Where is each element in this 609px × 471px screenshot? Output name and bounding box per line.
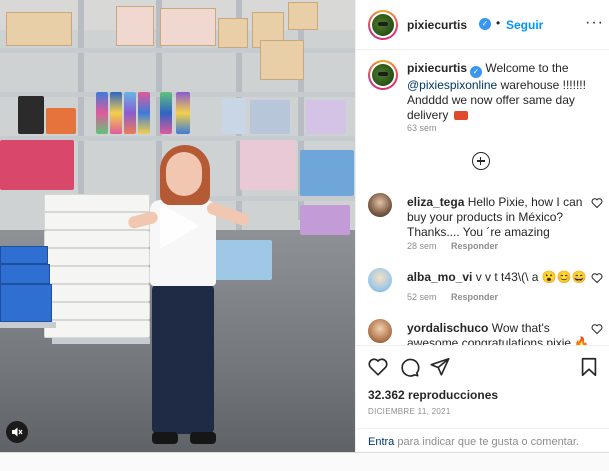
post-header: pixiecurtis ✓ • Seguir ··· [356,0,609,50]
comment-like-heart-icon[interactable] [591,197,603,209]
trolley [0,322,56,328]
separator-dot: • [496,16,501,30]
load-more-comments-icon[interactable] [472,152,490,170]
caption-text-before: Welcome to the [485,61,569,75]
comment-username[interactable]: alba_mo_vi [407,270,472,284]
comment-like-heart-icon[interactable] [591,272,603,284]
cardboard-box [260,40,304,80]
product-box [212,240,272,280]
post-video[interactable] [0,0,355,452]
delivery-truck-icon [453,111,468,120]
bottom-edge [0,452,609,471]
display-sign [18,96,44,134]
product-box [300,205,350,235]
product-box [250,100,290,134]
caption-author-avatar[interactable] [368,60,398,90]
verified-badge-icon: ✓ [479,18,491,30]
product-stack [124,92,136,134]
post-sidebar: pixiecurtis ✓ • Seguir ··· pixiecurtis ✓ … [355,0,609,452]
comment-timestamp[interactable]: 28 sem [407,241,437,251]
trolley [52,338,150,344]
share-icon[interactable] [429,356,451,378]
caption-timestamp[interactable]: 63 sem [407,123,437,133]
caption-mention-link[interactable]: @pixiespixonline [407,78,497,92]
comment-text: alba_mo_vi v v t t43\(\ a 😮😊😄 [407,270,592,285]
comment-meta: 52 sem Responder [407,292,498,302]
commenter-avatar[interactable] [368,319,392,343]
cardboard-box [218,18,248,48]
bookmark-icon[interactable] [578,356,600,378]
product-box [222,98,246,134]
follow-button[interactable]: Seguir [506,18,543,32]
cardboard-box [288,2,318,30]
cardboard-box [160,8,216,46]
comment-like-heart-icon[interactable] [591,323,603,335]
verified-badge-icon: ✓ [470,66,483,78]
reply-button[interactable]: Responder [451,292,498,302]
blue-bin [0,246,48,264]
person-shoe [190,432,216,444]
comment-text: eliza_tega Hello Pixie, how I can buy yo… [407,195,592,240]
reply-button[interactable]: Responder [451,241,498,251]
cardboard-box [116,6,154,46]
cardboard-box [6,12,72,46]
comment-username[interactable]: eliza_tega [407,195,464,209]
post-date[interactable]: DICIEMBRE 11, 2021 [368,407,451,416]
login-prompt-text: para indicar que te gusta o comentar. [397,436,579,448]
comments-list[interactable]: pixiecurtis ✓ Welcome to the @pixiespixon… [356,51,609,345]
product-box [306,100,346,134]
login-link[interactable]: Entra [368,436,394,448]
product-stack [160,92,172,134]
play-icon[interactable] [156,200,202,252]
product-stack [176,92,190,134]
product-box [240,140,296,190]
product-stack [138,92,150,134]
product-box [300,150,354,196]
product-stack [110,92,122,134]
post-actions: 32.362 reproducciones DICIEMBRE 11, 2021… [356,345,609,452]
caption-username[interactable]: pixiecurtis [407,61,467,75]
caption-text: pixiecurtis ✓ Welcome to the @pixiespixon… [407,61,597,123]
commenter-avatar[interactable] [368,268,392,292]
product-stack [96,92,108,134]
product-box [46,108,76,134]
commenter-avatar[interactable] [368,193,392,217]
comment-meta: 28 sem Responder [407,241,498,251]
comment-body: v v t t43\(\ a 😮😊😄 [475,270,587,284]
comment-timestamp[interactable]: 52 sem [407,292,437,302]
person-legs [152,284,214,434]
person-shoe [152,432,178,444]
more-options-icon[interactable]: ··· [585,14,604,32]
login-prompt: Entra para indicar que te gusta o coment… [356,428,609,453]
blue-bin [0,264,50,284]
shelf-beam [210,196,355,201]
author-avatar[interactable] [368,10,398,40]
person-face [166,152,202,196]
comment-text: yordalischuco Wow that's awesome congrat… [407,321,592,345]
comment-username[interactable]: yordalischuco [407,321,488,335]
post-dialog: pixiecurtis ✓ • Seguir ··· pixiecurtis ✓ … [0,0,609,471]
blue-bin [0,284,52,322]
view-count[interactable]: 32.362 reproducciones [368,388,498,402]
comment-icon[interactable] [398,356,420,378]
audio-mute-icon[interactable] [6,421,28,443]
product-box [0,140,74,190]
author-username[interactable]: pixiecurtis [407,18,467,32]
heart-icon[interactable] [367,356,389,378]
